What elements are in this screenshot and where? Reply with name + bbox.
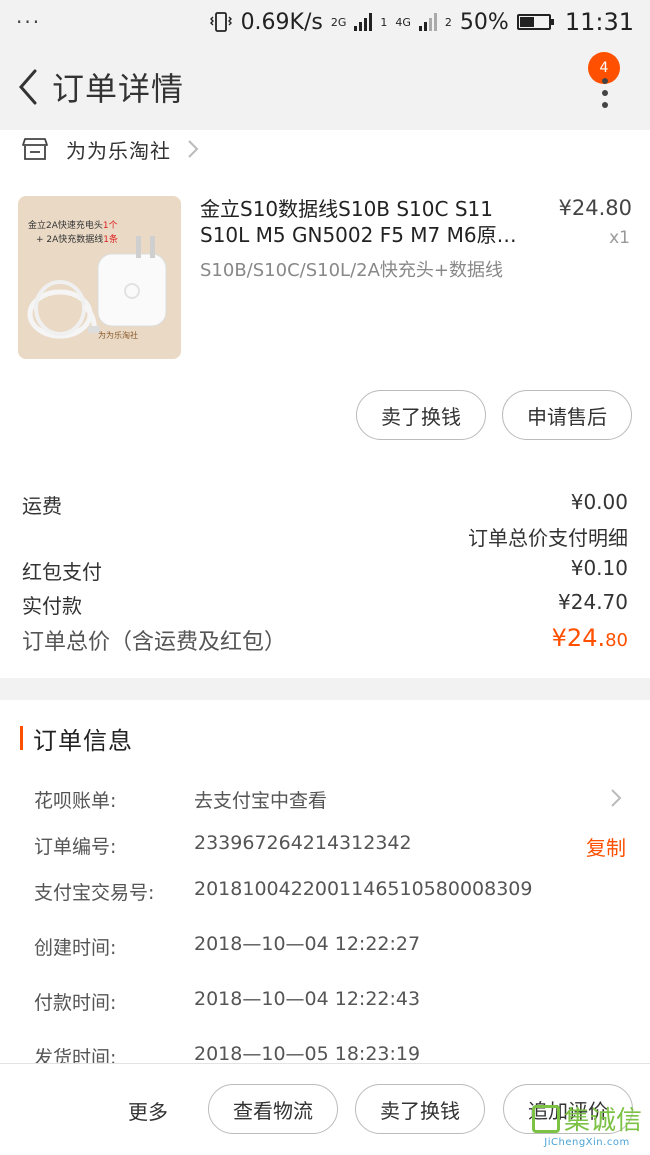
paid-time-label: 付款时间: <box>34 992 117 1014</box>
paid-time-value: 2018—10—04 12:22:43 <box>194 988 421 1010</box>
product-image[interactable]: 金立2A快速充电头1个 + 2A快充数据线1条 为为乐淘社 <box>18 196 181 359</box>
watermark: 集诚信 JiChengXin.com <box>531 1100 642 1148</box>
product-quantity: x1 <box>609 228 630 248</box>
created-time-label: 创建时间: <box>34 937 117 959</box>
huabei-label: 花呗账单: <box>34 790 117 812</box>
sell-swap-bottom-button[interactable]: 卖了换钱 <box>355 1084 485 1134</box>
created-time-row: 创建时间: 2018—10—04 12:22:27 <box>34 933 628 963</box>
sim2-label: 2 <box>444 15 452 29</box>
shipping-value: ¥0.00 <box>570 490 628 514</box>
status-icons: 0.69K/s 2G 1 4G 2 50% 11:31 <box>209 8 634 36</box>
alipay-trade-label: 支付宝交易号: <box>34 882 155 904</box>
nav-header: 订单详情 4 <box>0 44 650 130</box>
product-price: ¥24.80 <box>558 196 632 220</box>
image-brand-label: 为为乐淘社 <box>98 331 138 340</box>
shipped-time-value: 2018—10—05 18:23:19 <box>194 1043 421 1065</box>
more-vertical-icon <box>602 78 608 108</box>
watermark-url: JiChengXin.com <box>544 1137 630 1148</box>
network-2g-label: 2G <box>330 15 347 29</box>
watermark-logo-icon <box>531 1104 560 1133</box>
chevron-right-icon <box>611 789 622 807</box>
status-bar: ··· 0.69K/s 2G 1 4G 2 50% 11:31 <box>0 0 650 44</box>
product-item[interactable]: 金立2A快速充电头1个 + 2A快充数据线1条 为为乐淘社 金立S10数据线S1… <box>0 190 650 370</box>
shop-name: 为为乐淘社 <box>66 138 171 163</box>
total-row: 订单总价（含运费及红包） ¥24.80 <box>22 624 628 656</box>
payment-detail-link[interactable]: 订单总价支付明细 <box>468 522 628 551</box>
order-info-section: 订单信息 花呗账单: 去支付宝中查看 订单编号: 233967264214312… <box>0 700 650 1065</box>
redpacket-label: 红包支付 <box>22 560 102 584</box>
signal-icon-sim2 <box>418 13 437 31</box>
shipped-time-label: 发货时间: <box>34 1047 117 1065</box>
order-number-value: 233967264214312342 <box>194 832 412 854</box>
network-4g-label: 4G <box>395 15 411 29</box>
order-info-title: 订单信息 <box>33 726 133 755</box>
order-number-row: 订单编号: 233967264214312342 复制 <box>34 832 628 862</box>
product-title[interactable]: 金立S10数据线S10B S10C S11 S10L M5 GN5002 F5 … <box>200 196 530 248</box>
paid-row: 实付款 ¥24.70 <box>22 590 628 619</box>
view-logistics-button[interactable]: 查看物流 <box>208 1084 338 1134</box>
watermark-logo: 集诚信 <box>531 1100 642 1137</box>
after-sale-button[interactable]: 申请售后 <box>502 390 632 440</box>
network-speed: 0.69K/s <box>240 9 323 35</box>
vibrate-icon <box>209 12 232 32</box>
battery-icon <box>516 14 554 30</box>
shipping-label: 运费 <box>22 494 62 518</box>
huabei-row[interactable]: 花呗账单: 去支付宝中查看 <box>34 786 628 816</box>
battery-level <box>519 17 534 27</box>
alipay-trade-value: 2018100422001146510580008309 <box>194 878 533 900</box>
sim1-label: 1 <box>380 15 388 29</box>
chevron-right-icon <box>188 140 199 158</box>
heading-accent-bar <box>20 726 23 750</box>
back-arrow-icon[interactable] <box>8 67 48 107</box>
paid-value: ¥24.70 <box>558 590 628 614</box>
copy-button[interactable]: 复制 <box>586 832 626 861</box>
redpacket-row: 红包支付 ¥0.10 <box>22 556 628 585</box>
order-info-heading: 订单信息 <box>20 724 133 755</box>
clock: 11:31 <box>564 8 634 36</box>
created-time-value: 2018—10—04 12:22:27 <box>194 933 421 955</box>
order-number-label: 订单编号: <box>34 836 117 858</box>
paid-time-row: 付款时间: 2018—10—04 12:22:43 <box>34 988 628 1018</box>
redpacket-value: ¥0.10 <box>570 556 628 580</box>
signal-icon-sim1 <box>354 13 373 31</box>
notification-dots: ··· <box>16 10 42 34</box>
section-divider <box>0 678 650 700</box>
sell-swap-button[interactable]: 卖了换钱 <box>356 390 486 440</box>
huabei-value: 去支付宝中查看 <box>194 790 328 812</box>
total-label: 订单总价（含运费及红包） <box>22 630 287 655</box>
shipped-time-row: 发货时间: 2018—10—05 18:23:19 <box>34 1043 628 1065</box>
cost-summary: 运费 ¥0.00 订单总价支付明细 红包支付 ¥0.10 实付款 ¥24.70 … <box>0 480 650 670</box>
product-spec: S10B/S10C/S10L/2A快充头+数据线 <box>200 260 503 281</box>
more-button[interactable]: 更多 <box>128 1096 168 1125</box>
page-title: 订单详情 <box>52 70 185 108</box>
shipping-row: 运费 ¥0.00 <box>22 490 628 519</box>
shop-row[interactable]: 为为乐淘社 <box>0 130 650 168</box>
shop-icon <box>22 138 48 160</box>
battery-percent: 50% <box>459 9 509 35</box>
total-value: ¥24.80 <box>551 624 628 652</box>
alipay-trade-row: 支付宝交易号: 2018100422001146510580008309 <box>34 878 628 908</box>
paid-label: 实付款 <box>22 594 82 618</box>
more-menu-button[interactable]: 4 <box>588 52 624 112</box>
